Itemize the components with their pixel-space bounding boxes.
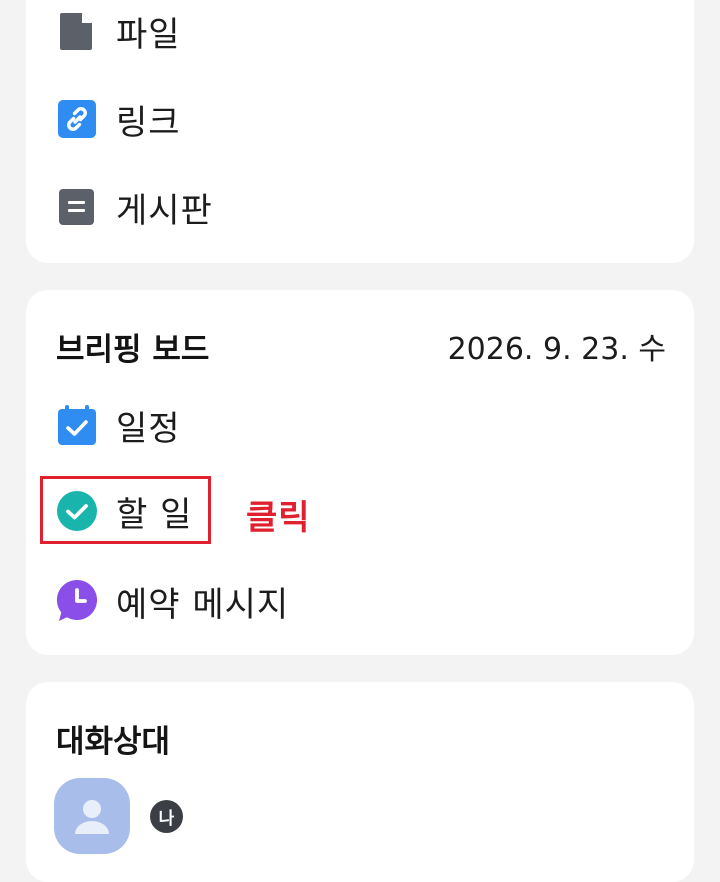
briefing-date: 2026. 9. 23. 수: [447, 332, 666, 367]
contacts-title: 대화상대: [56, 724, 171, 760]
menu-item-file-label: 파일: [116, 14, 181, 55]
briefing-item-scheduled-message-label: 예약 메시지: [116, 584, 290, 625]
scheduled-message-clock-icon: [56, 579, 98, 622]
briefing-item-schedule-label: 일정: [116, 408, 181, 449]
contacts-card: 대화상대 나: [26, 682, 694, 882]
attachments-card: 파일 링크 게시판: [26, 0, 694, 263]
click-annotation: 클릭: [246, 498, 311, 538]
menu-item-link[interactable]: 링크: [56, 94, 181, 144]
menu-item-link-label: 링크: [116, 102, 181, 143]
todo-highlight-box: [40, 476, 211, 544]
briefing-board-title: 브리핑 보드: [56, 332, 210, 368]
file-icon: [56, 10, 98, 52]
me-badge: 나: [150, 800, 183, 833]
menu-item-file[interactable]: 파일: [56, 6, 181, 56]
menu-item-board[interactable]: 게시판: [56, 182, 213, 232]
briefing-item-schedule[interactable]: 일정: [56, 400, 181, 450]
briefing-item-scheduled-message[interactable]: 예약 메시지: [56, 576, 289, 626]
board-icon: [56, 186, 98, 228]
avatar[interactable]: [54, 778, 130, 854]
link-icon: [56, 98, 98, 140]
person-icon: [75, 800, 109, 834]
briefing-board-card: 브리핑 보드 2026. 9. 23. 수 일정 할 일 예약 메시지: [26, 290, 694, 655]
calendar-check-icon: [56, 404, 98, 446]
menu-item-board-label: 게시판: [116, 190, 213, 231]
